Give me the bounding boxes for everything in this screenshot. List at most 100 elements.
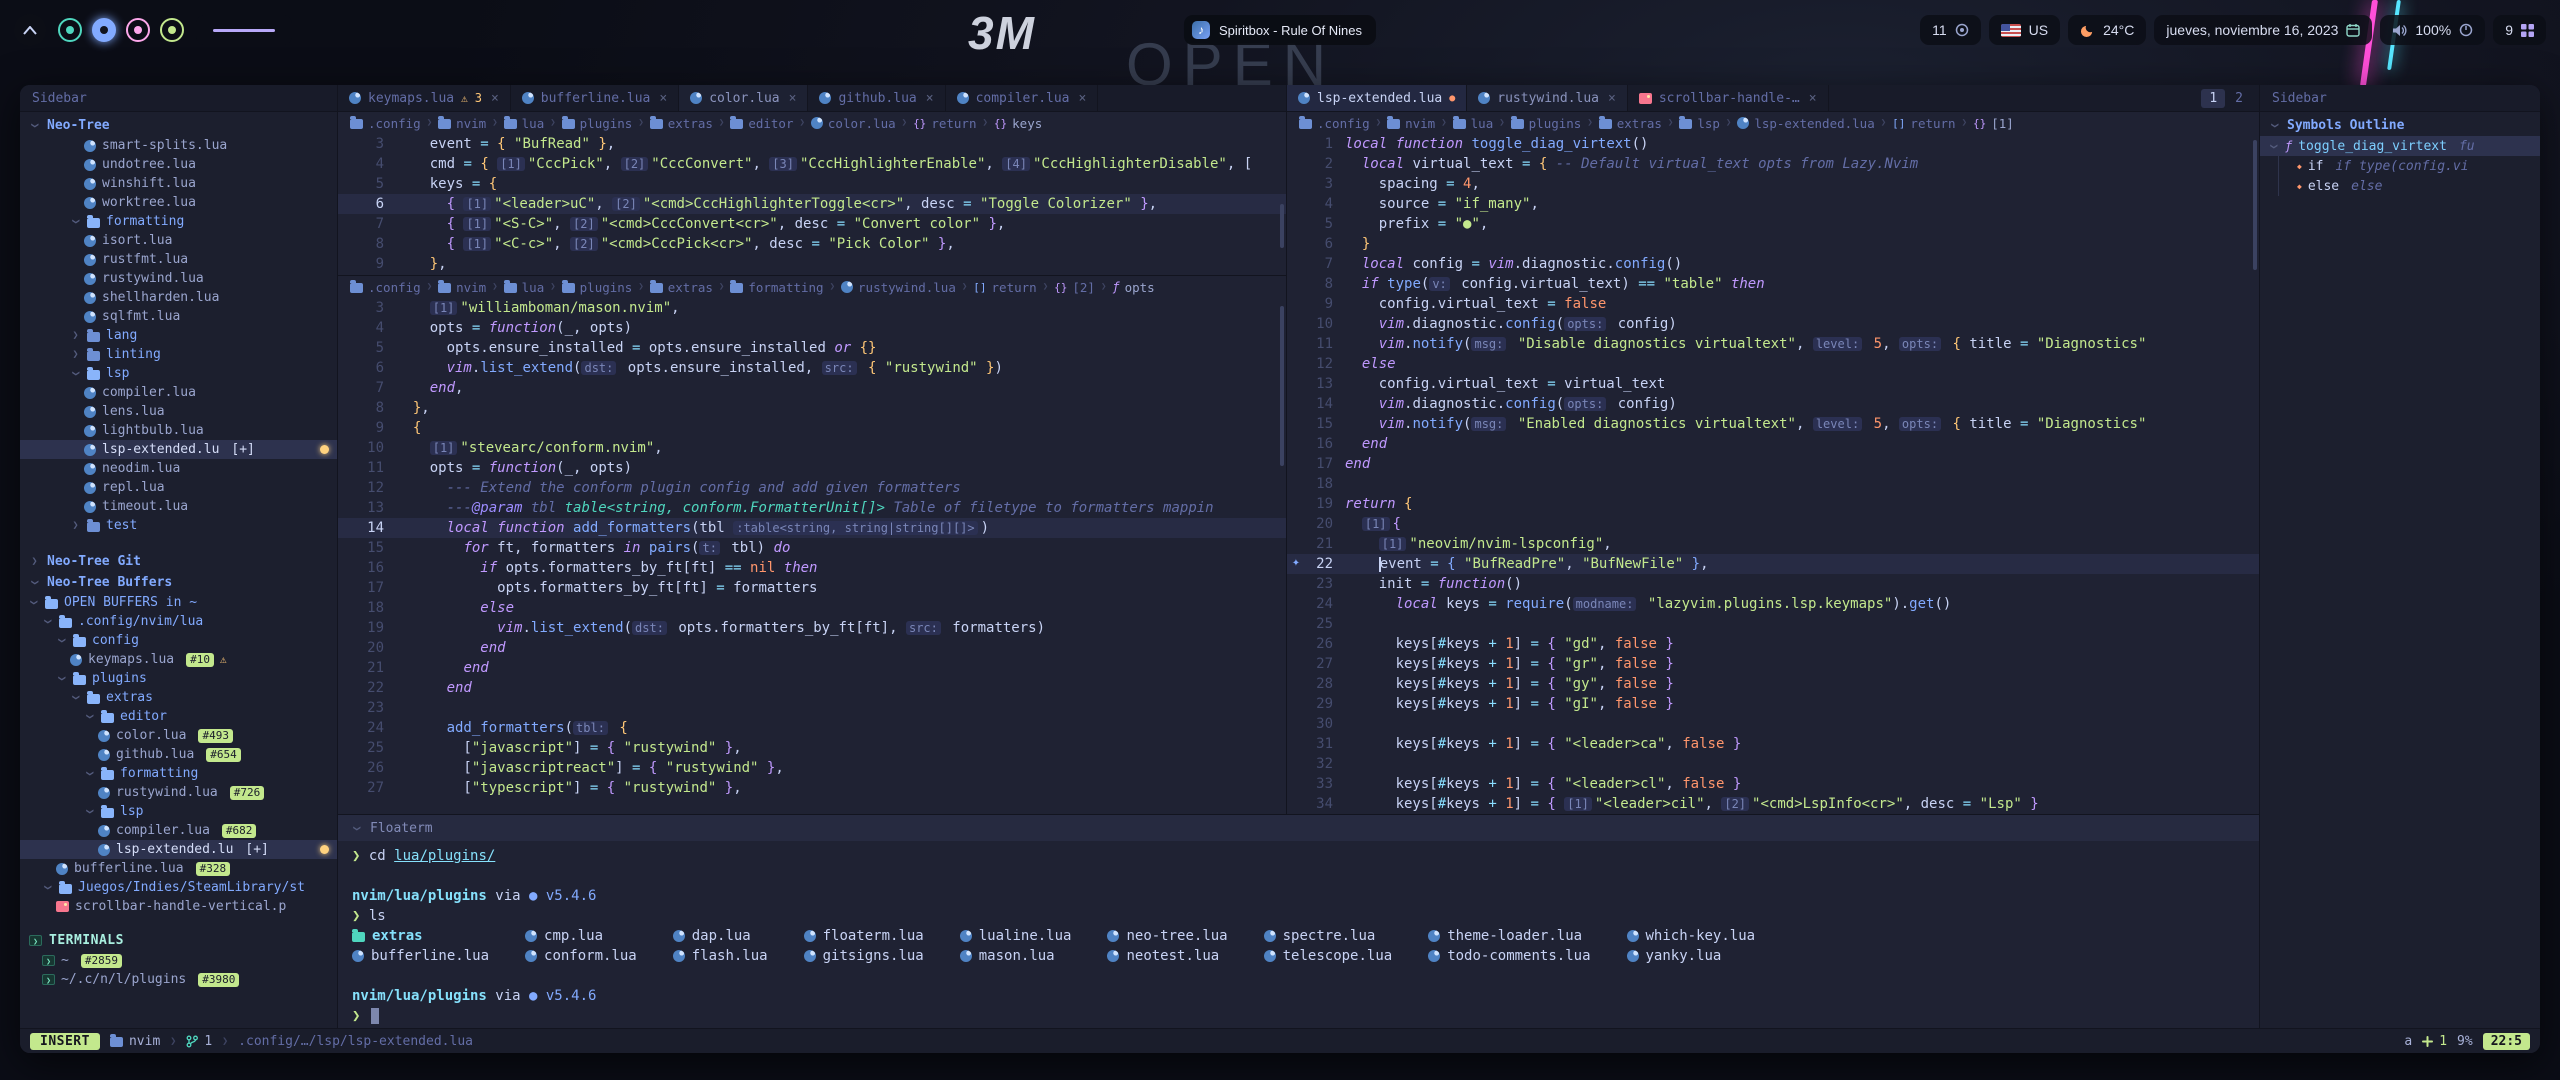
tree-folder-plugins[interactable]: ❯plugins (20, 669, 337, 688)
tree-file-compiler-lua[interactable]: compiler.lua#682 (20, 821, 337, 840)
breadcrumb-item-plugins[interactable]: plugins (562, 280, 633, 295)
breadcrumb-item-config[interactable]: .config (1299, 116, 1370, 131)
taskbar-window-pill[interactable] (196, 15, 292, 45)
tree-file-rustywind-lua[interactable]: rustywind.lua#726 (20, 783, 337, 802)
close-icon[interactable]: × (659, 91, 667, 106)
close-icon[interactable]: × (491, 91, 499, 106)
tree-file-smart-splits-lua[interactable]: smart-splits.lua (20, 136, 337, 155)
tree-folder-extras[interactable]: ❯extras (20, 688, 337, 707)
editor-pane-lsp-extended-lua[interactable]: .config❯nvim❯lua❯plugins❯extras❯lsp❯lsp-… (1287, 112, 2259, 814)
tree-file-item[interactable]: ❯~#2859 (20, 951, 337, 970)
breadcrumb-item-plugins[interactable]: plugins (562, 116, 633, 131)
section-symbols-outline[interactable]: ❯ Symbols Outline (2260, 115, 2540, 136)
tab-color-lua[interactable]: color.lua× (679, 85, 808, 111)
tab-compiler-lua[interactable]: compiler.lua× (946, 85, 1099, 111)
tree-folder-editor[interactable]: ❯editor (20, 707, 337, 726)
tree-file-scrollbar-handle-vertical-p[interactable]: scrollbar-handle-vertical.p (20, 897, 337, 916)
close-icon[interactable]: × (1079, 91, 1087, 106)
breadcrumb-item-config[interactable]: .config (350, 116, 421, 131)
symbols-outline[interactable]: ❯ Symbols Outline ❯ƒtoggle_diag_virtextf… (2260, 112, 2540, 1028)
tree-file-rustywind-lua[interactable]: rustywind.lua (20, 269, 337, 288)
tree-file-lens-lua[interactable]: lens.lua (20, 402, 337, 421)
breadcrumb-item-opts[interactable]: ƒopts (1112, 280, 1154, 295)
workspace-app-icon[interactable] (126, 18, 150, 42)
code-lines[interactable]: 3 event = { "BufRead" }, 4 cmd = { [1]"C… (338, 134, 1286, 274)
tree-folder-config-nvim-lua[interactable]: ❯.config/nvim/lua (20, 612, 337, 631)
tabpage-2[interactable]: 2 (2227, 89, 2251, 108)
tree-folder-test[interactable]: ❯test (20, 516, 337, 535)
breadcrumb-item-1[interactable]: {}[1] (1973, 116, 2014, 131)
code-lines[interactable]: 3 [1]"williamboman/mason.nvim", 4 opts =… (338, 298, 1286, 798)
volume-pill[interactable]: 100% (2380, 15, 2485, 45)
breadcrumb-item-return[interactable]: []return (1892, 116, 1955, 131)
breadcrumb-item-editor[interactable]: editor (730, 116, 793, 131)
tree-folder-linting[interactable]: ❯linting (20, 345, 337, 364)
tree-file-github-lua[interactable]: github.lua#654 (20, 745, 337, 764)
section-neotree[interactable]: ❯ Neo-Tree (20, 115, 337, 136)
music-widget[interactable]: ♪ Spiritbox - Rule Of Nines (1184, 15, 1376, 45)
workspace-app-icon[interactable] (160, 18, 184, 42)
breadcrumb-item-extras[interactable]: extras (650, 280, 713, 295)
close-icon[interactable]: × (1608, 91, 1616, 106)
breadcrumb-item-formatting[interactable]: formatting (730, 280, 823, 295)
close-icon[interactable]: × (1809, 91, 1817, 106)
breadcrumb-item-extras[interactable]: extras (650, 116, 713, 131)
tree-file-compiler-lua[interactable]: compiler.lua (20, 383, 337, 402)
outline-item-if[interactable]: ◆ifif type(config.vi (2260, 156, 2540, 176)
section-terminals[interactable]: ❯ TERMINALS (20, 930, 337, 951)
tree-file-color-lua[interactable]: color.lua#493 (20, 726, 337, 745)
tree-folder-formatting[interactable]: ❯formatting (20, 764, 337, 783)
workspace-app-icon[interactable] (92, 18, 116, 42)
scrollbar-thumb[interactable] (1280, 204, 1284, 248)
launcher-button[interactable] (14, 14, 46, 46)
breadcrumb-item-extras[interactable]: extras (1599, 116, 1662, 131)
breadcrumb-item-2[interactable]: {}[2] (1054, 280, 1095, 295)
section-neotree-git[interactable]: ❯ Neo-Tree Git (20, 551, 337, 572)
code-lines[interactable]: 1local function toggle_diag_virtext() 2 … (1287, 134, 2259, 814)
editor-pane-rustywind-lua[interactable]: .config❯nvim❯lua❯plugins❯extras❯formatti… (338, 276, 1286, 814)
tree-file-lsp-extended-lu[interactable]: lsp-extended.lu[+] (20, 840, 337, 859)
terminal-output[interactable]: ❯ cd lua/plugins/nvim/lua/plugins via ● … (338, 841, 2259, 1028)
tree-file-rustfmt-lua[interactable]: rustfmt.lua (20, 250, 337, 269)
tree-folder-open-buffers-in[interactable]: ❯OPEN BUFFERS in ~ (20, 593, 337, 612)
tree-folder-config[interactable]: ❯config (20, 631, 337, 650)
close-icon[interactable]: × (789, 91, 797, 106)
breadcrumb-item-plugins[interactable]: plugins (1511, 116, 1582, 131)
workspace-count-pill[interactable]: 11 (1920, 15, 1981, 45)
scrollbar-thumb[interactable] (1280, 306, 1284, 466)
floaterm-header[interactable]: ❯ Floaterm (338, 815, 2259, 841)
tab-lsp-extended-lua[interactable]: lsp-extended.lua● (1287, 85, 1467, 111)
tabpage-1[interactable]: 1 (2201, 89, 2225, 108)
tab-github-lua[interactable]: github.lua× (808, 85, 945, 111)
tree-file-timeout-lua[interactable]: timeout.lua (20, 497, 337, 516)
tab-bufferline-lua[interactable]: bufferline.lua× (511, 85, 679, 111)
outline-item-toggle-diag-virtext[interactable]: ❯ƒtoggle_diag_virtextfu (2260, 136, 2540, 156)
tree-file-c-n-l-plugins[interactable]: ❯~/.c/n/l/plugins#3980 (20, 970, 337, 989)
section-neotree-buffers[interactable]: ❯ Neo-Tree Buffers (20, 572, 337, 593)
breadcrumb-item-lsp[interactable]: lsp (1679, 116, 1720, 131)
tree-folder-juegos-indies-steamlibrary-st[interactable]: ❯Juegos/Indies/SteamLibrary/st (20, 878, 337, 897)
breadcrumb-item-return[interactable]: {}return (913, 116, 976, 131)
tree-file-worktree-lua[interactable]: worktree.lua (20, 193, 337, 212)
tree-file-repl-lua[interactable]: repl.lua (20, 478, 337, 497)
tree-file-lightbulb-lua[interactable]: lightbulb.lua (20, 421, 337, 440)
file-explorer[interactable]: ❯ Neo-Tree smart-splits.luaundotree.lua w… (20, 112, 337, 1028)
tree-folder-formatting[interactable]: ❯formatting (20, 212, 337, 231)
tree-file-undotree-lua[interactable]: undotree.lua (20, 155, 337, 174)
tree-folder-lsp[interactable]: ❯lsp (20, 364, 337, 383)
breadcrumb-item-lua[interactable]: lua (504, 116, 545, 131)
workspace-app-icon[interactable] (58, 18, 82, 42)
breadcrumb-item-lua[interactable]: lua (504, 280, 545, 295)
tree-file-neodim-lua[interactable]: neodim.lua (20, 459, 337, 478)
breadcrumb-item-config[interactable]: .config (350, 280, 421, 295)
tree-file-isort-lua[interactable]: isort.lua (20, 231, 337, 250)
tree-file-shellharden-lua[interactable]: shellharden.lua (20, 288, 337, 307)
breadcrumb-item-keys[interactable]: {}keys (994, 116, 1042, 131)
breadcrumb-item-lua[interactable]: lua (1453, 116, 1494, 131)
weather-pill[interactable]: 24°C (2068, 15, 2146, 45)
outline-item-else[interactable]: ◆elseelse (2260, 176, 2540, 196)
tree-file-sqlfmt-lua[interactable]: sqlfmt.lua (20, 307, 337, 326)
breadcrumb-item-nvim[interactable]: nvim (1387, 116, 1435, 131)
breadcrumb-item-return[interactable]: []return (973, 280, 1036, 295)
keyboard-layout-pill[interactable]: US (1989, 15, 2060, 45)
